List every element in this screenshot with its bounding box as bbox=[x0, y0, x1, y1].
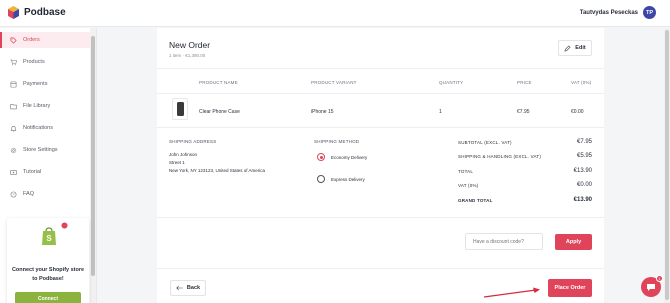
tag-icon bbox=[10, 37, 17, 44]
sidebar-item-payments[interactable]: Payments bbox=[0, 76, 90, 92]
sidebar-item-label: Payments bbox=[23, 81, 48, 87]
tutorial-icon bbox=[10, 169, 17, 175]
back-button[interactable]: Back bbox=[170, 280, 206, 296]
shopify-connect-text: Connect your Shopify store to Podbase! bbox=[11, 267, 85, 282]
product-variant: iPhone 15 bbox=[311, 109, 334, 115]
top-bar: Podbase Tautvydas Peseckas TP bbox=[0, 0, 670, 27]
cart-icon bbox=[10, 59, 17, 65]
shopify-connect-button[interactable]: Connect bbox=[15, 292, 81, 303]
vat-label: VAT (0%) bbox=[458, 183, 479, 188]
sidebar-item-label: Products bbox=[23, 59, 45, 65]
divider bbox=[157, 127, 604, 128]
order-card: New Order 1 item · €1,390.00 Edit PRODUC… bbox=[157, 28, 604, 303]
svg-text:S: S bbox=[46, 234, 52, 243]
subtotal-value: €7.95 bbox=[576, 139, 592, 145]
avatar[interactable]: TP bbox=[643, 6, 656, 19]
subtotal-label: SUBTOTAL (EXCL. VAT) bbox=[458, 140, 512, 145]
express-delivery-label[interactable]: Express Delivery bbox=[331, 177, 365, 182]
sidebar-item-orders[interactable]: Orders bbox=[0, 32, 90, 48]
chat-badge: 1 bbox=[656, 275, 663, 282]
app-name: Podbase bbox=[24, 7, 66, 18]
discount-code-input[interactable] bbox=[465, 233, 543, 250]
total-value: €13.90 bbox=[573, 168, 592, 174]
logo[interactable]: Podbase bbox=[8, 6, 66, 19]
shipping-method-label: SHIPPING METHOD bbox=[314, 139, 360, 144]
page-title: New Order bbox=[169, 40, 211, 50]
pencil-icon bbox=[564, 44, 571, 52]
divider bbox=[157, 93, 604, 94]
column-header-price: PRICE bbox=[517, 80, 532, 85]
sidebar-scrollbar-thumb[interactable] bbox=[91, 36, 95, 276]
divider bbox=[157, 68, 604, 69]
file-icon bbox=[10, 103, 17, 109]
grand-total-label: GRAND TOTAL bbox=[458, 198, 493, 203]
gear-icon bbox=[10, 147, 17, 153]
sidebar-item-store-settings[interactable]: Store Settings bbox=[0, 142, 90, 158]
apply-button[interactable]: Apply bbox=[555, 234, 592, 250]
product-vat: €0.00 bbox=[571, 109, 584, 115]
bell-icon bbox=[10, 125, 17, 132]
payments-icon bbox=[10, 81, 17, 87]
column-header-quantity: QUANTITY bbox=[439, 80, 464, 85]
back-label: Back bbox=[186, 285, 201, 291]
sidebar-item-label: FAQ bbox=[23, 191, 35, 197]
sidebar-item-faq[interactable]: ? FAQ bbox=[0, 186, 90, 202]
product-thumbnail bbox=[172, 98, 188, 120]
place-order-button[interactable]: Place Order bbox=[548, 279, 592, 297]
edit-button[interactable]: Edit bbox=[558, 40, 592, 56]
vat-value: €0.00 bbox=[576, 182, 592, 188]
product-quantity: 1 bbox=[439, 109, 442, 115]
user-menu[interactable]: Tautvydas Peseckas TP bbox=[580, 6, 656, 19]
sidebar-item-tutorial[interactable]: Tutorial bbox=[0, 164, 90, 180]
column-header-vat: VAT (0%) bbox=[571, 80, 592, 85]
total-label: TOTAL bbox=[458, 169, 474, 174]
edit-label: Edit bbox=[575, 45, 586, 51]
grand-total-value: €13.90 bbox=[573, 197, 592, 203]
divider bbox=[157, 268, 604, 269]
podbase-logo-icon bbox=[8, 6, 19, 19]
sidebar-item-products[interactable]: Products bbox=[0, 54, 90, 70]
arrow-left-icon bbox=[176, 285, 183, 291]
express-delivery-radio[interactable] bbox=[317, 175, 325, 183]
page-scrollbar-thumb[interactable] bbox=[665, 30, 669, 300]
column-header-product-name: PRODUCT NAME bbox=[199, 80, 238, 85]
shipping-address-label: SHIPPING ADDRESS bbox=[169, 139, 217, 144]
sidebar-item-label: Tutorial bbox=[23, 169, 42, 175]
sidebar: Orders Products Payments File Library No… bbox=[0, 28, 97, 303]
economy-delivery-label[interactable]: Economy Delivery bbox=[331, 155, 367, 160]
sidebar-item-notifications[interactable]: Notifications bbox=[0, 120, 90, 136]
address-street: Street 1 bbox=[169, 160, 185, 165]
sidebar-item-label: Store Settings bbox=[23, 147, 58, 153]
divider bbox=[157, 217, 604, 218]
help-icon: ? bbox=[10, 191, 17, 197]
chat-icon bbox=[647, 284, 655, 291]
product-name: Clear Phone Case bbox=[199, 109, 240, 115]
annotation-arrow-icon bbox=[483, 287, 540, 298]
order-details: SHIPPING ADDRESS John Johnson Street 1 N… bbox=[157, 129, 604, 217]
user-name: Tautvydas Peseckas bbox=[579, 9, 638, 16]
sidebar-item-file-library[interactable]: File Library bbox=[0, 98, 90, 114]
address-name: John Johnson bbox=[169, 152, 198, 157]
podbase-badge-icon bbox=[61, 222, 68, 229]
order-subtitle: 1 item · €1,390.00 bbox=[169, 53, 206, 58]
sidebar-item-label: File Library bbox=[23, 103, 51, 109]
economy-delivery-radio[interactable] bbox=[317, 153, 325, 161]
shopify-bag-icon: S bbox=[42, 227, 56, 245]
shipping-handling-value: €5.95 bbox=[576, 153, 592, 159]
shopify-connect-card: S Connect your Shopify store to Podbase!… bbox=[7, 218, 89, 303]
shipping-handling-label: SHIPPING & HANDLING (EXCL. VAT) bbox=[458, 154, 542, 159]
sidebar-item-label: Notifications bbox=[23, 125, 53, 131]
column-header-product-variant: PRODUCT VARIANT bbox=[311, 80, 357, 85]
product-price: €7.95 bbox=[517, 109, 530, 115]
sidebar-item-label: Orders bbox=[23, 37, 40, 43]
svg-text:?: ? bbox=[13, 192, 15, 196]
address-city: New York, NY 123123, United States of Am… bbox=[169, 168, 265, 173]
